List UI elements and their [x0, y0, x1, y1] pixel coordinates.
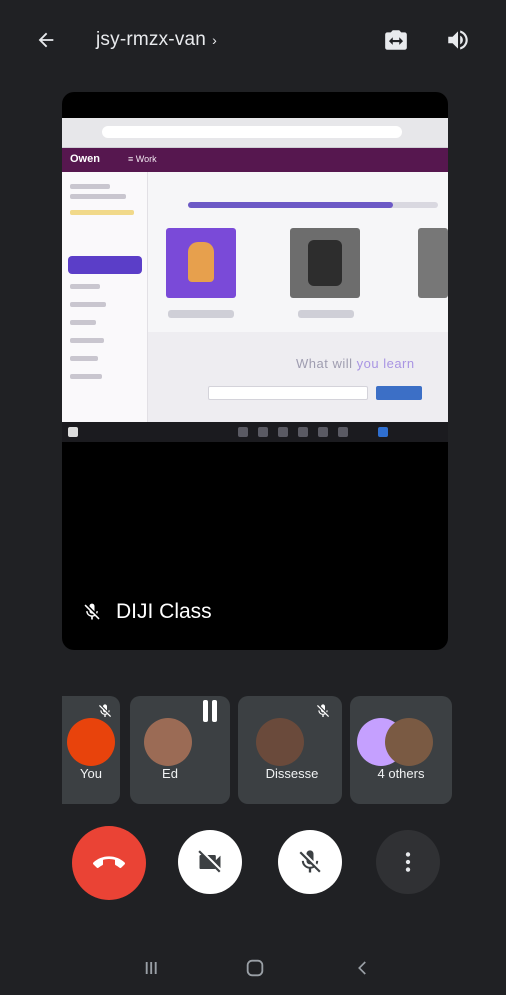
mic-off-icon [84, 603, 100, 620]
course-thumbnail [418, 228, 448, 298]
browser-toolbar [62, 118, 448, 148]
avatar [67, 718, 115, 766]
sidebar-active-item [68, 256, 142, 274]
avatar [144, 718, 192, 766]
back-chevron-icon [358, 961, 366, 975]
participant-tile-ed[interactable]: Ed [130, 696, 230, 804]
app-content: What will you learn [148, 172, 448, 422]
more-options-button[interactable] [376, 830, 440, 894]
top-bar: jsy-rmzx-van › [0, 0, 506, 82]
search-button [376, 386, 422, 400]
call-controls [0, 826, 506, 902]
thumbnail-caption [298, 310, 354, 318]
sidebar-line [70, 320, 96, 325]
app-menu: ≡ Work [128, 154, 157, 164]
app-brand: Owen [70, 153, 100, 165]
taskbar-app-icon [378, 427, 388, 437]
system-back-button[interactable] [348, 954, 378, 982]
arrow-back-icon [38, 32, 54, 48]
sidebar-line [70, 194, 126, 199]
sidebar-line [70, 302, 106, 307]
chevron-right-icon: › [212, 32, 217, 48]
sidebar-line [70, 284, 100, 289]
search-field [208, 386, 368, 400]
end-call-button[interactable] [72, 826, 146, 900]
lower-panel: What will you learn [148, 332, 448, 422]
windows-taskbar [62, 422, 448, 442]
shared-screen: Owen ≡ Work What will you learn [62, 118, 448, 442]
mic-off-icon [314, 702, 332, 720]
app-sidebar [62, 172, 148, 422]
presentation-tile[interactable]: Owen ≡ Work What will you learn DIJI Cla… [62, 92, 448, 650]
speaker-button[interactable] [440, 22, 476, 58]
sidebar-line [70, 338, 104, 343]
back-button[interactable] [28, 24, 64, 56]
switch-camera-icon [385, 30, 407, 50]
participant-name: Dissesse [265, 766, 319, 781]
app-header: Owen ≡ Work [62, 148, 448, 172]
lower-heading-accent: you learn [356, 356, 415, 371]
more-options-icon [405, 852, 411, 872]
taskbar-app-icon [318, 427, 328, 437]
taskbar-app-icon [298, 427, 308, 437]
speaking-indicator-icon [198, 700, 222, 724]
taskbar-app-icon [238, 427, 248, 437]
sidebar-line [70, 356, 98, 361]
participant-tile-others[interactable]: 4 others [350, 696, 452, 804]
presenter-name: DIJI Class [116, 600, 212, 623]
thumbnail-caption [168, 310, 234, 318]
speaker-volume-icon [448, 30, 468, 50]
course-progress-fill [188, 202, 393, 208]
camera-off-icon [198, 850, 221, 873]
camera-toggle-button[interactable] [178, 830, 242, 894]
avatar [385, 718, 434, 766]
sidebar-line [70, 184, 110, 189]
sidebar-line [70, 374, 102, 379]
address-bar [102, 126, 402, 138]
participant-name: You [80, 766, 102, 781]
taskbar-app-icon [258, 427, 268, 437]
course-thumbnail [166, 228, 236, 298]
mic-off-icon [96, 702, 114, 720]
mic-toggle-button[interactable] [278, 830, 342, 894]
course-progress [188, 202, 438, 208]
participant-name: 4 others [377, 766, 425, 781]
meeting-title[interactable]: jsy-rmzx-van › [96, 26, 217, 54]
lower-heading: What will you learn [296, 356, 415, 371]
sidebar-line [70, 210, 134, 215]
end-call-icon [93, 856, 125, 869]
taskbar-app-icon [338, 427, 348, 437]
recent-apps-icon [145, 962, 157, 974]
meeting-code: jsy-rmzx-van [96, 29, 207, 50]
participant-tile-you[interactable]: You [62, 696, 120, 804]
course-thumbnail [290, 228, 360, 298]
taskbar-app-icon [278, 427, 288, 437]
system-nav-bar [0, 940, 506, 995]
home-button[interactable] [240, 954, 270, 982]
home-icon [246, 959, 264, 977]
recent-apps-button[interactable] [136, 954, 166, 982]
lower-heading-gray: What will [296, 356, 357, 371]
participant-tile-dissesse[interactable]: Dissesse [238, 696, 342, 804]
switch-camera-button[interactable] [378, 22, 414, 58]
participant-name: Ed [162, 766, 178, 781]
participant-strip: You Ed Dissesse 4 others [62, 696, 452, 804]
presenter-label: DIJI Class [82, 600, 212, 624]
start-icon [68, 427, 78, 437]
mic-off-icon [299, 850, 321, 873]
avatar [255, 718, 304, 766]
